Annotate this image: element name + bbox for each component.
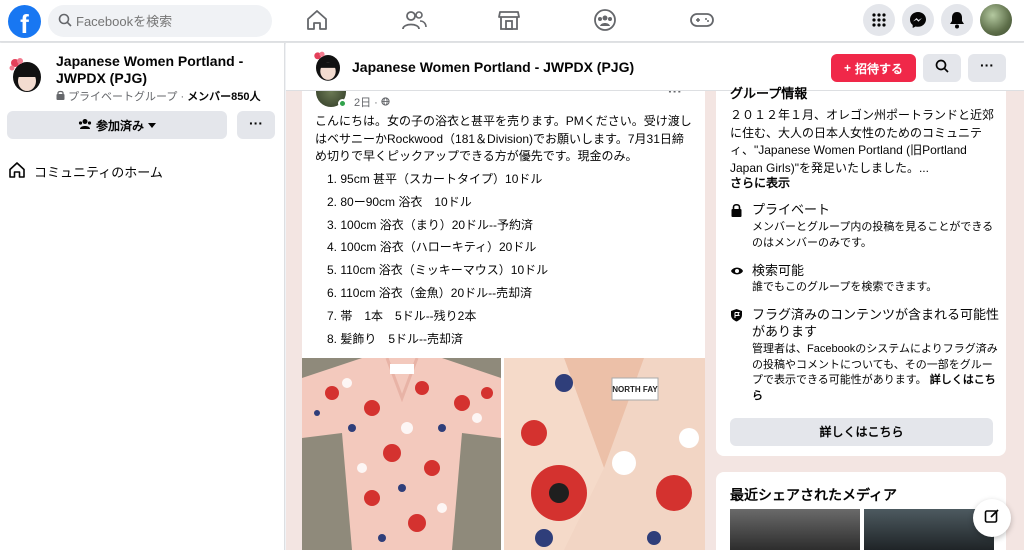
home-icon[interactable] — [305, 8, 331, 34]
group-search-button[interactable] — [923, 54, 961, 82]
search-icon — [58, 13, 72, 32]
facebook-logo-letter: f — [20, 9, 29, 38]
media-thumbnail[interactable] — [730, 509, 860, 550]
home-icon — [8, 161, 26, 182]
list-item: 2. 80ー90cm 浴衣 10ドル — [327, 194, 472, 209]
friends-icon[interactable] — [401, 8, 427, 34]
info-item-desc: メンバーとグループ内の投稿を見ることができるのはメンバーのみです。 — [752, 221, 994, 249]
list-item: 7. 帯 1本 5ドル--残り2本 — [327, 308, 477, 323]
list-item: 6. 110cm 浴衣（金魚）20ドル--売却済 — [327, 285, 533, 300]
post-photo-yukata-closeup[interactable]: NORTH FAY — [504, 358, 705, 550]
post-item-list: 1. 95cm 甚平（スカートタイプ）10ドル 2. 80ー90cm 浴衣 10… — [315, 168, 695, 350]
recent-media-title: 最近シェアされたメディア — [730, 487, 898, 503]
info-item-title: 検索可能 — [752, 263, 805, 278]
list-item: 8. 髪飾り 5ドル--売却済 — [327, 331, 464, 346]
facebook-logo[interactable]: f — [8, 5, 41, 38]
left-sidebar: Japanese Women Portland - JWPDX (PJG) プラ… — [0, 43, 285, 550]
messenger-icon[interactable] — [902, 4, 934, 36]
list-item: 5. 110cm 浴衣（ミッキーマウス）10ドル — [327, 263, 549, 278]
flag-shield-icon — [730, 308, 743, 327]
search-icon — [935, 59, 949, 78]
lock-icon — [730, 203, 743, 222]
info-item-desc: 誰でもこのグループを検索できます。 — [752, 281, 938, 293]
post-timestamp[interactable]: 2日 · — [354, 94, 390, 110]
new-message-button[interactable] — [973, 499, 1011, 537]
joined-label: 参加済み — [95, 118, 144, 133]
sidebar-item-label: コミュニティのホーム — [34, 165, 163, 180]
clothing-tag-label: NORTH FAY — [612, 385, 658, 394]
meta-separator: · — [177, 91, 188, 103]
group-meta: プライベートグループ · メンバー850人 — [56, 88, 261, 104]
show-more-link[interactable]: さらに表示 — [730, 174, 790, 191]
info-item-desc: 管理者は、Facebookのシステムによりフラグ済みの投稿やコメントについても、… — [752, 342, 1000, 404]
privacy-label: プライベートグループ — [68, 91, 178, 103]
members-count[interactable]: メンバー850人 — [187, 91, 260, 103]
post-time-text: 2日 · — [354, 97, 381, 109]
info-item-title: プライベート — [752, 202, 831, 217]
invite-button[interactable]: + 招待する — [831, 54, 916, 82]
plus-icon: + — [843, 61, 851, 75]
group-more-button[interactable]: ··· — [968, 54, 1006, 82]
feed-post: 2日 · ··· こんにちは。女の子の浴衣と甚平を売ります。PMください。受け渡… — [302, 91, 705, 550]
gaming-icon[interactable] — [689, 8, 715, 34]
eye-icon — [730, 264, 744, 282]
people-icon — [78, 118, 92, 133]
post-body-text: こんにちは。女の子の浴衣と甚平を売ります。PMください。受け渡しはベサニーかRo… — [315, 114, 692, 163]
search-box[interactable] — [48, 5, 272, 37]
recent-media-card: 最近シェアされたメディア — [716, 472, 1006, 550]
sidebar-more-button[interactable]: ··· — [237, 111, 275, 139]
sidebar-item-community-home[interactable]: コミュニティのホーム — [8, 161, 163, 182]
group-header: Japanese Women Portland - JWPDX (PJG) + … — [286, 43, 1024, 91]
post-options-button[interactable]: ··· — [668, 91, 682, 99]
group-avatar[interactable] — [6, 55, 48, 97]
compose-icon — [984, 508, 1000, 529]
invite-label: 招待する — [855, 61, 904, 76]
group-header-title[interactable]: Japanese Women Portland - JWPDX (PJG) — [352, 59, 634, 75]
search-input[interactable] — [76, 5, 266, 37]
menu-grid-icon[interactable] — [863, 4, 895, 36]
groups-icon[interactable] — [593, 8, 619, 34]
about-description: ２０１２年１月、オレゴン州ポートランドと近郊に住む、大人の日本人女性のためのコミ… — [730, 108, 995, 175]
list-item: 4. 100cm 浴衣（ハローキティ）20ドル — [327, 240, 537, 255]
account-avatar[interactable] — [980, 4, 1012, 36]
lock-icon — [56, 90, 68, 103]
notifications-icon[interactable] — [941, 4, 973, 36]
globe-icon — [381, 97, 390, 109]
caret-down-icon — [148, 118, 156, 132]
group-name[interactable]: Japanese Women Portland - JWPDX (PJG) — [56, 53, 276, 87]
online-status-dot — [338, 99, 347, 108]
about-card-title: グループ情報 — [730, 86, 808, 101]
list-item: 3. 100cm 浴衣（まり）20ドル--予約済 — [327, 217, 534, 232]
top-navigation-bar: f — [0, 0, 1024, 42]
list-item: 1. 95cm 甚平（スカートタイプ）10ドル — [327, 172, 543, 186]
post-photo-yukata-full[interactable] — [302, 358, 501, 550]
marketplace-icon[interactable] — [497, 8, 523, 34]
learn-more-button[interactable]: 詳しくはこちら — [730, 418, 993, 446]
info-item-title: フラグ済みのコンテンツが含まれる可能性があります — [752, 307, 1000, 339]
about-card: グループ情報 ２０１２年１月、オレゴン州ポートランドと近郊に住む、大人の日本人女… — [716, 86, 1006, 456]
joined-button[interactable]: 参加済み — [7, 111, 227, 139]
group-avatar-small[interactable] — [310, 49, 346, 85]
